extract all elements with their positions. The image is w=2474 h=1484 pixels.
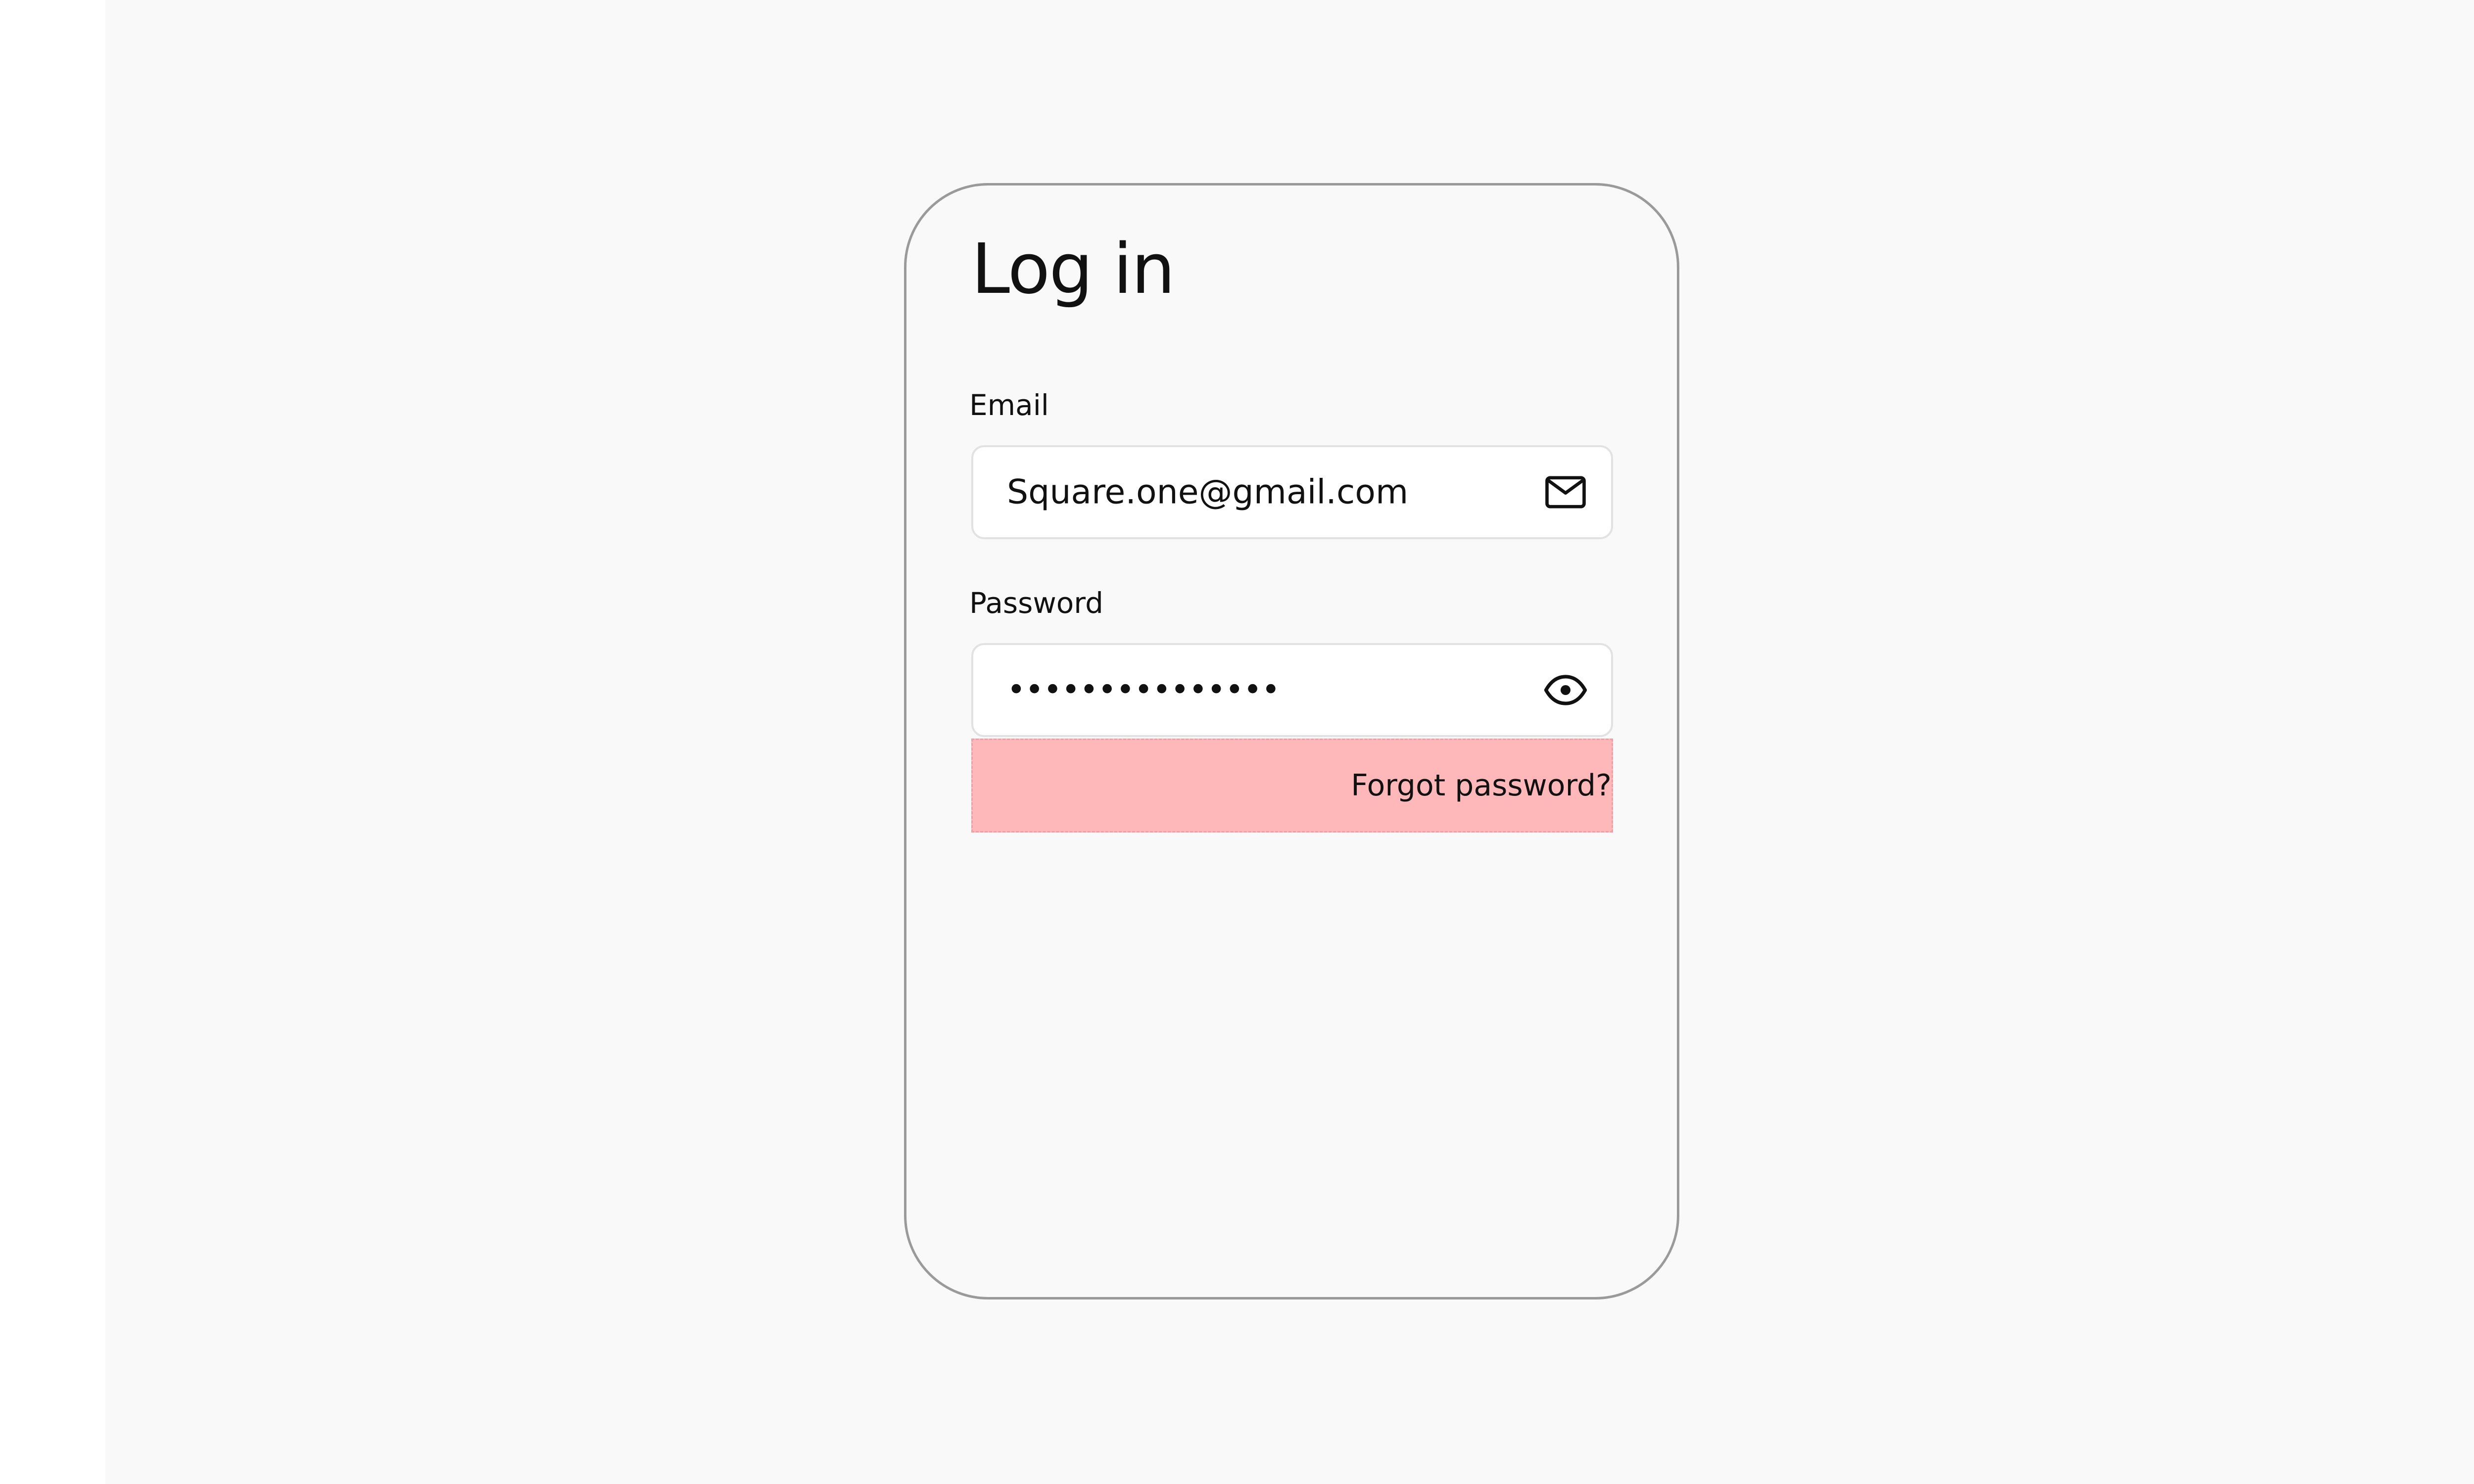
forgot-password-link[interactable]: Forgot password?: [1351, 768, 1612, 803]
email-value: Square.one@gmail.com: [1007, 472, 1409, 512]
password-label: Password: [969, 586, 1103, 620]
email-label: Email: [969, 388, 1049, 422]
password-value: •••••••••••••••: [1007, 672, 1280, 708]
eye-icon[interactable]: [1541, 665, 1590, 715]
mail-icon: [1541, 467, 1590, 517]
email-field[interactable]: Square.one@gmail.com: [971, 445, 1613, 539]
page-title: Log in: [971, 229, 1175, 310]
forgot-password-row: Forgot password?: [971, 739, 1613, 833]
password-field[interactable]: •••••••••••••••: [971, 643, 1613, 737]
